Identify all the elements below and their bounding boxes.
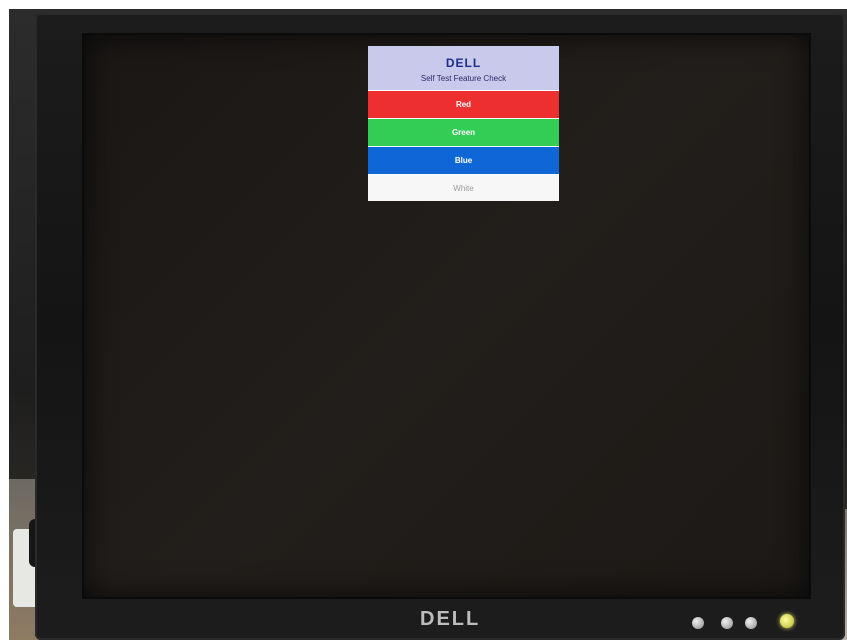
bezel-dell-logo: DELL xyxy=(420,608,481,630)
osd-title: Self Test Feature Check xyxy=(420,74,507,83)
minus-button[interactable] xyxy=(721,617,733,629)
monitor-bezel: DELL Self Test Feature Check Red Green B… xyxy=(35,13,845,640)
photo-frame: DELL Self Test Feature Check Red Green B… xyxy=(0,0,847,640)
osd-header: DELL Self Test Feature Check xyxy=(368,46,559,90)
plus-button[interactable] xyxy=(745,617,757,629)
monitor-screen: DELL Self Test Feature Check Red Green B… xyxy=(82,33,811,599)
osd-dell-logo: DELL xyxy=(445,56,482,70)
osd-bar-white: White xyxy=(368,174,559,201)
osd-bar-red: Red xyxy=(368,90,559,118)
power-button[interactable] xyxy=(780,614,794,628)
self-test-osd: DELL Self Test Feature Check Red Green B… xyxy=(368,46,559,201)
osd-bar-blue: Blue xyxy=(368,146,559,174)
osd-bar-green: Green xyxy=(368,118,559,146)
menu-button[interactable] xyxy=(692,617,704,629)
monitor-photo: DELL Self Test Feature Check Red Green B… xyxy=(9,9,847,640)
